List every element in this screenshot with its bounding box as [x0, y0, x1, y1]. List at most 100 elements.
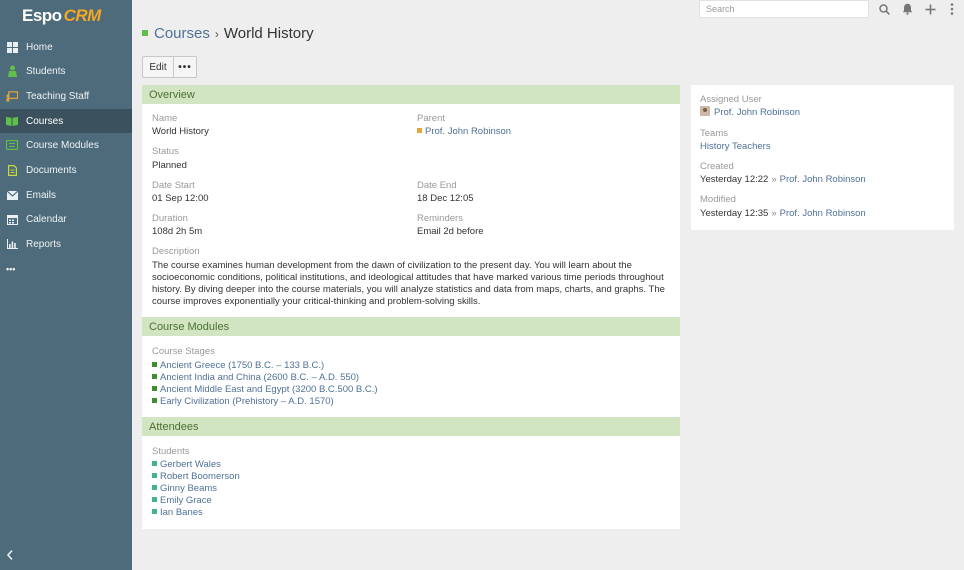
- assigned-user-link[interactable]: Prof. John Robinson: [714, 107, 800, 118]
- document-icon: [6, 164, 18, 176]
- quick-create-button[interactable]: [923, 2, 937, 16]
- reminders-label: Reminders: [417, 213, 463, 224]
- sidebar-more-button[interactable]: •••: [0, 257, 132, 281]
- attendees-panel: Attendees Students Gerbert Wales Robert …: [142, 417, 680, 529]
- calendar-icon: [6, 213, 18, 225]
- course-stage-link[interactable]: Early Civilization (Prehistory – A.D. 15…: [160, 396, 334, 407]
- student-marker-icon: [152, 472, 157, 478]
- breadcrumb-courses-link[interactable]: Courses: [154, 25, 210, 42]
- date-end-label: Date End: [417, 180, 457, 191]
- more-actions-button[interactable]: •••: [173, 56, 197, 78]
- search-icon: [878, 3, 890, 15]
- breadcrumb: Courses › World History: [142, 25, 314, 42]
- sidebar-item-courses[interactable]: Courses: [0, 109, 132, 133]
- date-start-label: Date Start: [152, 180, 195, 191]
- search-button[interactable]: [877, 2, 891, 16]
- teams-label: Teams: [700, 128, 728, 139]
- panel-title: Overview: [142, 85, 680, 104]
- student-marker-icon: [152, 496, 157, 502]
- email-icon: [6, 189, 18, 201]
- list-item: Ancient India and China (2600 B.C. – A.D…: [152, 372, 359, 383]
- student-marker-icon: [152, 460, 157, 466]
- course-stages-label: Course Stages: [152, 346, 215, 357]
- sidebar-item-label: Reports: [26, 238, 62, 250]
- teams-field: History Teachers: [700, 141, 771, 152]
- duration-label: Duration: [152, 213, 188, 224]
- name-label: Name: [152, 113, 178, 124]
- by-separator: »: [771, 208, 777, 219]
- course-modules-panel: Course Modules Course Stages Ancient Gre…: [142, 317, 680, 417]
- collapse-sidebar-button[interactable]: [6, 549, 18, 565]
- logo-text-espo: Espo: [22, 6, 62, 25]
- status-value: Planned: [152, 160, 187, 171]
- module-marker-icon: [152, 361, 157, 367]
- duration-value: 108d 2h 5m: [152, 226, 203, 237]
- student-icon: [6, 65, 18, 77]
- student-marker-icon: [152, 508, 157, 514]
- sidebar-item-label: Course Modules: [26, 139, 99, 151]
- vertical-dots-icon: [950, 3, 954, 15]
- module-marker-icon: [152, 373, 157, 379]
- sidebar-item-course-modules[interactable]: Course Modules: [0, 133, 132, 157]
- list-item: Ian Banes: [152, 507, 203, 518]
- student-link[interactable]: Gerbert Wales: [160, 459, 221, 470]
- side-info-panel: Assigned User Prof. John Robinson Teams …: [691, 85, 954, 230]
- course-stage-link[interactable]: Ancient Greece (1750 B.C. – 133 B.C.): [160, 360, 324, 371]
- modified-time: Yesterday 12:35: [700, 208, 769, 219]
- page-title: World History: [223, 25, 314, 42]
- logo-text-crm: CRM: [63, 6, 102, 25]
- teacher-icon: [6, 90, 18, 102]
- description-value: The course examines human development fr…: [152, 260, 665, 307]
- app-logo[interactable]: Espo CRM: [22, 6, 101, 30]
- sidebar-item-label: Students: [26, 65, 66, 77]
- team-link[interactable]: History Teachers: [700, 141, 771, 152]
- list-item: Gerbert Wales: [152, 459, 221, 470]
- plus-icon: [925, 4, 935, 14]
- sidebar-item-teaching-staff[interactable]: Teaching Staff: [0, 84, 132, 108]
- course-stage-link[interactable]: Ancient India and China (2600 B.C. – A.D…: [160, 372, 359, 383]
- sidebar-item-home[interactable]: Home: [0, 35, 132, 59]
- list-item: Ginny Beams: [152, 483, 217, 494]
- sidebar-item-reports[interactable]: Reports: [0, 232, 132, 256]
- sidebar-item-label: Teaching Staff: [26, 90, 90, 102]
- student-link[interactable]: Ian Banes: [160, 507, 203, 518]
- sidebar-item-emails[interactable]: Emails: [0, 183, 132, 207]
- search-input[interactable]: [699, 0, 869, 18]
- sidebar-item-documents[interactable]: Documents: [0, 158, 132, 182]
- student-link[interactable]: Emily Grace: [160, 495, 212, 506]
- assigned-user-label: Assigned User: [700, 94, 762, 105]
- sidebar-item-label: Courses: [26, 115, 64, 127]
- parent-link[interactable]: Prof. John Robinson: [425, 126, 511, 137]
- notifications-button[interactable]: [900, 2, 914, 16]
- module-marker-icon: [152, 385, 157, 391]
- student-link[interactable]: Ginny Beams: [160, 483, 217, 494]
- modified-by-link[interactable]: Prof. John Robinson: [780, 208, 866, 219]
- reminders-value: Email 2d before: [417, 226, 484, 237]
- more-dots-icon: •••: [6, 264, 16, 274]
- sidebar-item-label: Emails: [26, 189, 57, 201]
- parent-label: Parent: [417, 113, 445, 124]
- teacher-marker-icon: [417, 127, 422, 133]
- bell-icon: [902, 3, 912, 15]
- created-field: Yesterday 12:22» Prof. John Robinson: [700, 174, 866, 185]
- list-item: Ancient Greece (1750 B.C. – 133 B.C.): [152, 360, 324, 371]
- sidebar-item-calendar[interactable]: Calendar: [0, 207, 132, 231]
- students-label: Students: [152, 446, 190, 457]
- edit-button[interactable]: Edit: [142, 56, 174, 78]
- student-link[interactable]: Robert Boomerson: [160, 471, 240, 482]
- module-marker-icon: [152, 397, 157, 403]
- home-icon: [6, 41, 18, 53]
- sidebar-item-label: Home: [26, 41, 53, 53]
- scope-color-marker: [142, 29, 148, 36]
- menu-button[interactable]: [945, 2, 959, 16]
- description-label: Description: [152, 246, 200, 257]
- module-icon: [6, 139, 18, 151]
- course-stage-link[interactable]: Ancient Middle East and Egypt (3200 B.C.…: [160, 384, 378, 395]
- sidebar-item-students[interactable]: Students: [0, 59, 132, 83]
- status-label: Status: [152, 146, 179, 157]
- panel-title: Attendees: [142, 417, 680, 436]
- sidebar-item-label: Documents: [26, 164, 77, 176]
- created-by-link[interactable]: Prof. John Robinson: [780, 174, 866, 185]
- chart-icon: [6, 238, 18, 250]
- overview-panel: Overview Name World History Parent Prof.…: [142, 85, 680, 317]
